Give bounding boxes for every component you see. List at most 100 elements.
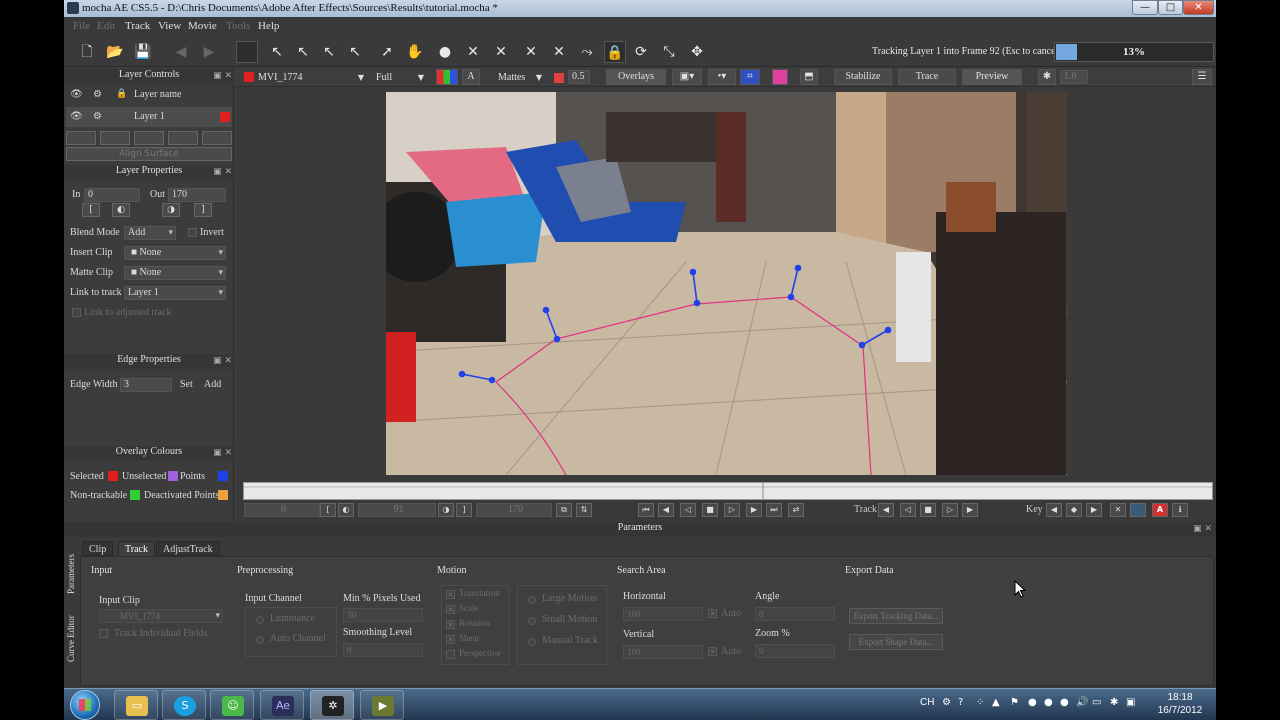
matte-clip-select[interactable]: ■ None (124, 266, 226, 280)
grid-toggle-icon[interactable]: ⌗ (740, 69, 760, 85)
play-forward-icon[interactable]: ▷ (724, 503, 740, 517)
show-hidden-icons[interactable]: ▲ (992, 697, 1000, 708)
layer-btn-5[interactable] (202, 131, 232, 145)
add-bspline-point-icon[interactable]: ✕ (548, 41, 570, 63)
bspline-tool-icon[interactable]: ↖ (266, 41, 288, 63)
taskbar-skype-app[interactable]: S (162, 690, 206, 720)
timeline-out-field[interactable]: 170 (476, 503, 552, 517)
action-center-icon[interactable]: ⚑ (1010, 697, 1019, 708)
add-point-tool-icon[interactable]: ↖ (344, 41, 366, 63)
brightness-icon[interactable]: ✱ (1038, 69, 1056, 85)
panel-buttons[interactable]: ▣ ✕ (213, 71, 232, 81)
layer-btn-4[interactable] (168, 131, 198, 145)
taskbar-messenger-app[interactable]: ☺ (210, 690, 254, 720)
add-button[interactable]: Add (204, 379, 221, 390)
set-button[interactable]: Set (180, 379, 193, 390)
matte-color-icon[interactable] (554, 73, 564, 83)
deactivated-color-swatch[interactable] (218, 490, 228, 500)
go-to-in-icon[interactable]: ◐ (338, 503, 354, 517)
link-adjusted-checkbox[interactable] (72, 308, 81, 317)
tray-app-icon-3[interactable]: ● (1060, 697, 1069, 708)
help-icon[interactable]: ? (958, 697, 963, 708)
go-to-start-icon[interactable]: ⏮ (638, 503, 654, 517)
timeline-in-field[interactable]: 0 (244, 503, 320, 517)
autokey-icon[interactable]: A (1152, 503, 1168, 517)
undo-icon[interactable]: ◀ (170, 41, 192, 63)
zoom-field[interactable]: 1.0 (1060, 70, 1088, 84)
set-in-point-icon[interactable]: [ (320, 503, 336, 517)
track-stop-icon[interactable]: ■ (920, 503, 936, 517)
start-button-icon[interactable] (70, 690, 100, 720)
vertical-field[interactable]: 100 (623, 645, 703, 659)
add-xspline-icon[interactable]: ✕ (490, 41, 512, 63)
auto-channel-radio[interactable] (256, 636, 264, 644)
layer-btn-2[interactable] (100, 131, 130, 145)
clip-select[interactable]: MVI_1774 ▼ (258, 70, 364, 85)
angle-field[interactable]: 0 (755, 607, 835, 621)
ping-pong-icon[interactable]: ⇅ (576, 503, 592, 517)
timeline-scrubber[interactable] (243, 482, 1213, 500)
insert-clip-select[interactable]: ■ None (124, 246, 226, 260)
add-edge-tool-icon[interactable]: ↖ (318, 41, 340, 63)
loop-mode-icon[interactable]: ⇄ (788, 503, 804, 517)
go-to-out-icon[interactable]: ◑ (438, 503, 454, 517)
language-indicator[interactable]: CH (920, 697, 934, 708)
delete-key-icon[interactable]: ✕ (1110, 503, 1126, 517)
xspline-tool-icon[interactable]: ↖ (292, 41, 314, 63)
large-motion-radio[interactable] (528, 596, 536, 604)
ime-icon[interactable]: ⚙ (942, 697, 951, 708)
menu-file[interactable]: File (73, 20, 90, 32)
taskbar-after-effects-app[interactable]: Ae (260, 690, 304, 720)
view-swatch[interactable] (236, 41, 258, 63)
translation-checkbox[interactable]: ✕ (446, 590, 455, 599)
side-tab-parameters[interactable]: Parameters (66, 548, 78, 594)
set-in-icon[interactable]: [ (82, 203, 100, 217)
invert-checkbox[interactable] (188, 228, 197, 237)
track-forward-icon[interactable]: ▶ (962, 503, 978, 517)
taskbar-folder-app[interactable]: ▭ (114, 690, 158, 720)
loop-icon[interactable]: ⧉ (556, 503, 572, 517)
tab-adjusttrack[interactable]: AdjustTrack (156, 541, 220, 556)
nontrackable-color-swatch[interactable] (130, 490, 140, 500)
layer-row[interactable]: 👁 ⚙ Layer 1 (66, 107, 232, 127)
perspective-checkbox[interactable] (446, 650, 455, 659)
layer-outline-toggle[interactable] (772, 69, 788, 85)
step-forward-icon[interactable]: ▶ (746, 503, 762, 517)
info-icon[interactable]: ℹ (1172, 503, 1188, 517)
keyframe-toggle-icon[interactable] (1130, 503, 1146, 517)
set-out-icon[interactable]: ] (194, 203, 212, 217)
volume-icon[interactable]: 🔊 (1076, 697, 1088, 708)
cog-icon[interactable]: ⚙ (93, 111, 102, 122)
menu-track[interactable]: Track (125, 20, 150, 32)
video-frame[interactable] (386, 92, 1067, 475)
tray-app-icon-5[interactable]: ▣ (1126, 697, 1135, 708)
maximize-button[interactable]: □ (1158, 0, 1183, 15)
stabilize-button[interactable]: Stabilize (834, 69, 892, 85)
menu-view[interactable]: View (158, 20, 181, 32)
layer-btn-1[interactable] (66, 131, 96, 145)
tray-app-icon-1[interactable]: ● (1028, 697, 1037, 708)
track-step-forward-icon[interactable]: ▷ (942, 503, 958, 517)
tab-clip[interactable]: Clip (82, 541, 114, 556)
edge-width-field[interactable]: 3 (120, 378, 172, 392)
smoothing-field[interactable]: 0 (343, 643, 423, 657)
min-pixels-field[interactable]: 30 (343, 608, 423, 622)
dot-tool-icon[interactable]: ● (434, 41, 456, 63)
step-back-icon[interactable]: ◀ (658, 503, 674, 517)
go-to-end-icon[interactable]: ⏭ (766, 503, 782, 517)
minimize-button[interactable]: — (1132, 0, 1158, 15)
manual-track-radio[interactable] (528, 638, 536, 646)
stop-icon[interactable]: ■ (702, 503, 718, 517)
panel-buttons[interactable]: ▣ ✕ (213, 448, 232, 458)
horizontal-auto-checkbox[interactable]: ✕ (708, 609, 717, 618)
resolution-select[interactable]: Full ▼ (376, 70, 424, 85)
align-surface-button[interactable]: Align Surface (66, 147, 232, 161)
horizontal-field[interactable]: 100 (623, 607, 703, 621)
vertical-auto-checkbox[interactable]: ✕ (708, 647, 717, 656)
rotation-checkbox[interactable]: ✕ (446, 620, 455, 629)
input-clip-select[interactable]: MVI_1774 (99, 609, 223, 623)
network-icon[interactable]: ▭ (1092, 697, 1101, 708)
prev-key-icon[interactable]: ◀ (1046, 503, 1062, 517)
tray-app-icon-2[interactable]: ● (1044, 697, 1053, 708)
snapshot-icon[interactable]: ⬒ (800, 69, 818, 85)
